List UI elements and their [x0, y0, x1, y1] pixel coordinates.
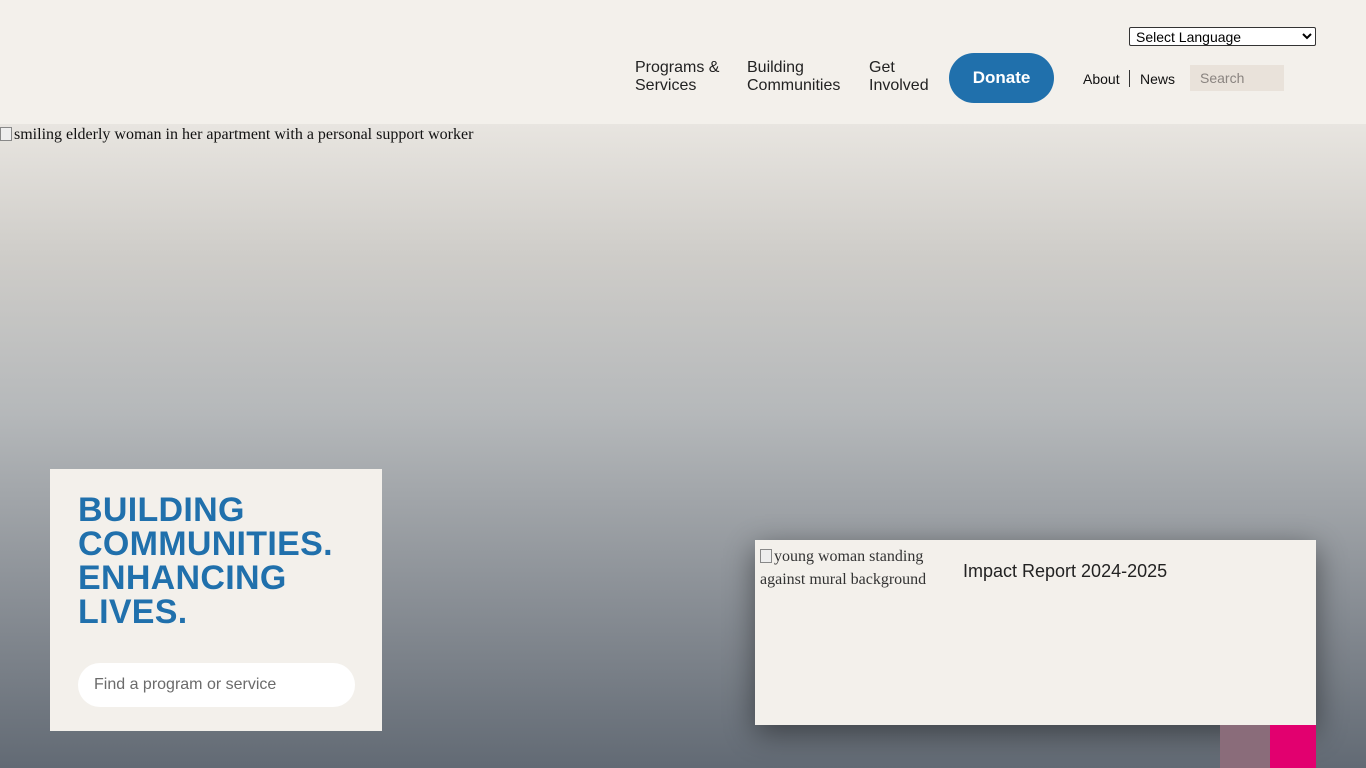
nav-building-communities[interactable]: Building Communities: [747, 59, 840, 95]
hero-title-line: LIVES.: [78, 593, 188, 631]
hero-title: BUILDING COMMUNITIES. ENHANCING LIVES.: [78, 493, 368, 629]
broken-image-icon: [0, 127, 12, 141]
language-select[interactable]: Select Language: [1129, 27, 1316, 46]
nav-label-line: Communities: [747, 77, 841, 94]
utility-divider: [1129, 70, 1130, 87]
nav-programs-services[interactable]: Programs & Services: [635, 59, 719, 95]
nav-label-line: Get: [869, 59, 895, 76]
hero-image: smiling elderly woman in her apartment w…: [0, 126, 473, 144]
impact-image-alt-text: young woman standing against mural backg…: [760, 548, 927, 588]
impact-report-card[interactable]: young woman standing against mural backg…: [755, 540, 1316, 725]
decorative-block-mauve: [1220, 725, 1270, 768]
donate-button[interactable]: Donate: [949, 53, 1054, 103]
impact-image: young woman standing against mural backg…: [760, 545, 940, 591]
hero-image-alt-text: smiling elderly woman in her apartment w…: [14, 126, 474, 143]
site-header: Select Language Programs & Services Buil…: [0, 0, 1366, 124]
nav-get-involved[interactable]: Get Involved: [869, 59, 929, 95]
site-search-input[interactable]: [1190, 65, 1284, 91]
about-link[interactable]: About: [1083, 71, 1120, 87]
program-search-input[interactable]: [78, 663, 355, 707]
nav-label-line: Building: [747, 59, 804, 76]
impact-report-link[interactable]: Impact Report 2024-2025: [963, 561, 1167, 582]
decorative-block-pink: [1270, 725, 1316, 768]
broken-image-icon: [760, 549, 772, 563]
news-link[interactable]: News: [1140, 71, 1175, 87]
hero-title-line: ENHANCING: [78, 559, 287, 597]
intro-card: BUILDING COMMUNITIES. ENHANCING LIVES.: [50, 469, 382, 731]
hero-title-line: COMMUNITIES.: [78, 525, 333, 563]
nav-label-line: Programs &: [635, 59, 720, 76]
nav-label-line: Involved: [869, 77, 929, 94]
hero-title-line: BUILDING: [78, 491, 245, 529]
nav-label-line: Services: [635, 77, 697, 94]
